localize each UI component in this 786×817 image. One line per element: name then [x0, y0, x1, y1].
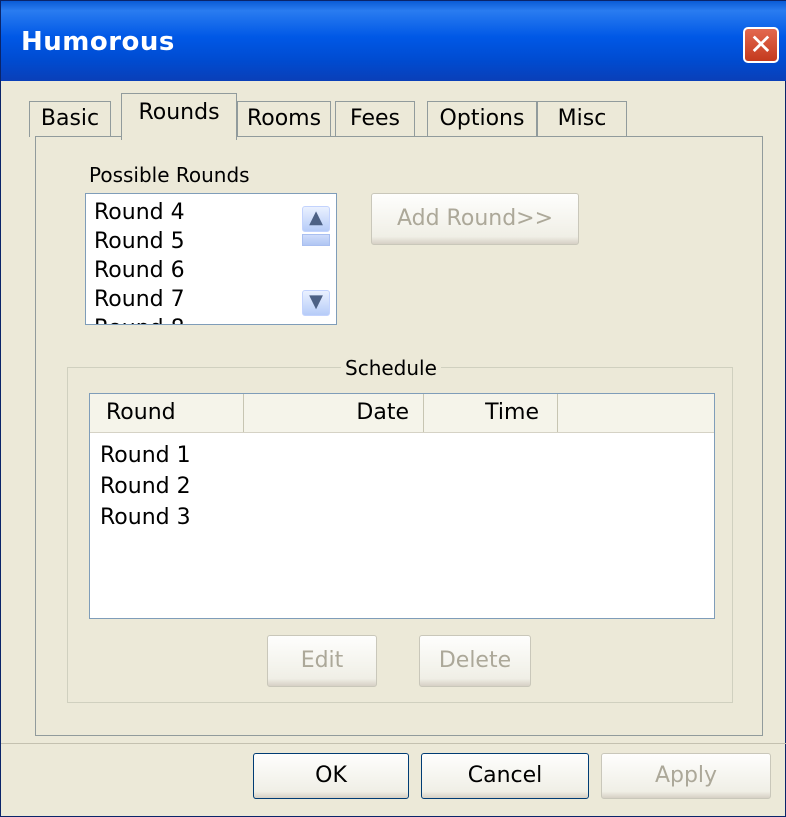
schedule-listview[interactable]: Round Date Time Round 1 Round 2 Round 3 [89, 393, 715, 619]
footer-divider [1, 743, 786, 744]
listview-header: Round Date Time [90, 394, 714, 433]
edit-button[interactable]: Edit [267, 635, 377, 687]
ok-button[interactable]: OK [253, 753, 409, 799]
table-row[interactable]: Round 1 [100, 440, 191, 471]
vertical-scrollbar[interactable]: ▲ ▼ [294, 194, 336, 324]
tab-rounds[interactable]: Rounds [121, 93, 237, 140]
list-item[interactable]: Round 5 [94, 227, 185, 256]
tab-basic[interactable]: Basic [29, 101, 111, 137]
chevron-down-icon: ▼ [309, 291, 323, 312]
close-button[interactable]: ✕ [743, 27, 779, 63]
scroll-up-button[interactable]: ▲ [302, 206, 330, 232]
schedule-rows: Round 1 Round 2 Round 3 [100, 440, 191, 533]
list-item[interactable]: Round 7 [94, 285, 185, 314]
list-item[interactable]: Round 6 [94, 256, 185, 285]
scroll-down-button[interactable]: ▼ [302, 290, 330, 316]
tab-rooms[interactable]: Rooms [237, 101, 331, 137]
tab-fees[interactable]: Fees [335, 101, 415, 137]
chevron-up-icon: ▲ [309, 207, 323, 228]
close-icon: ✕ [749, 28, 773, 61]
list-item[interactable]: Round 8 [94, 314, 185, 324]
add-round-button[interactable]: Add Round>> [371, 193, 579, 245]
dialog-window: Humorous ✕ Basic Rounds Rooms Fees Optio… [0, 0, 786, 817]
list-item[interactable]: Round 4 [94, 198, 185, 227]
possible-rounds-items: Round 4 Round 5 Round 6 Round 7 Round 8 [94, 198, 185, 324]
schedule-title: Schedule [341, 356, 441, 380]
scroll-thumb[interactable] [302, 234, 330, 246]
column-header-date[interactable]: Date [244, 394, 424, 432]
column-header-round[interactable]: Round [90, 394, 244, 432]
possible-rounds-label: Possible Rounds [89, 163, 250, 187]
tab-options[interactable]: Options [427, 101, 537, 137]
apply-button[interactable]: Apply [601, 753, 771, 799]
table-row[interactable]: Round 2 [100, 471, 191, 502]
title-bar[interactable]: Humorous ✕ [1, 1, 786, 81]
tab-misc[interactable]: Misc [537, 101, 627, 137]
possible-rounds-list[interactable]: Round 4 Round 5 Round 6 Round 7 Round 8 … [85, 193, 337, 325]
column-header-time[interactable]: Time [424, 394, 558, 432]
table-row[interactable]: Round 3 [100, 502, 191, 533]
cancel-button[interactable]: Cancel [421, 753, 589, 799]
window-title: Humorous [21, 27, 175, 57]
delete-button[interactable]: Delete [419, 635, 531, 687]
